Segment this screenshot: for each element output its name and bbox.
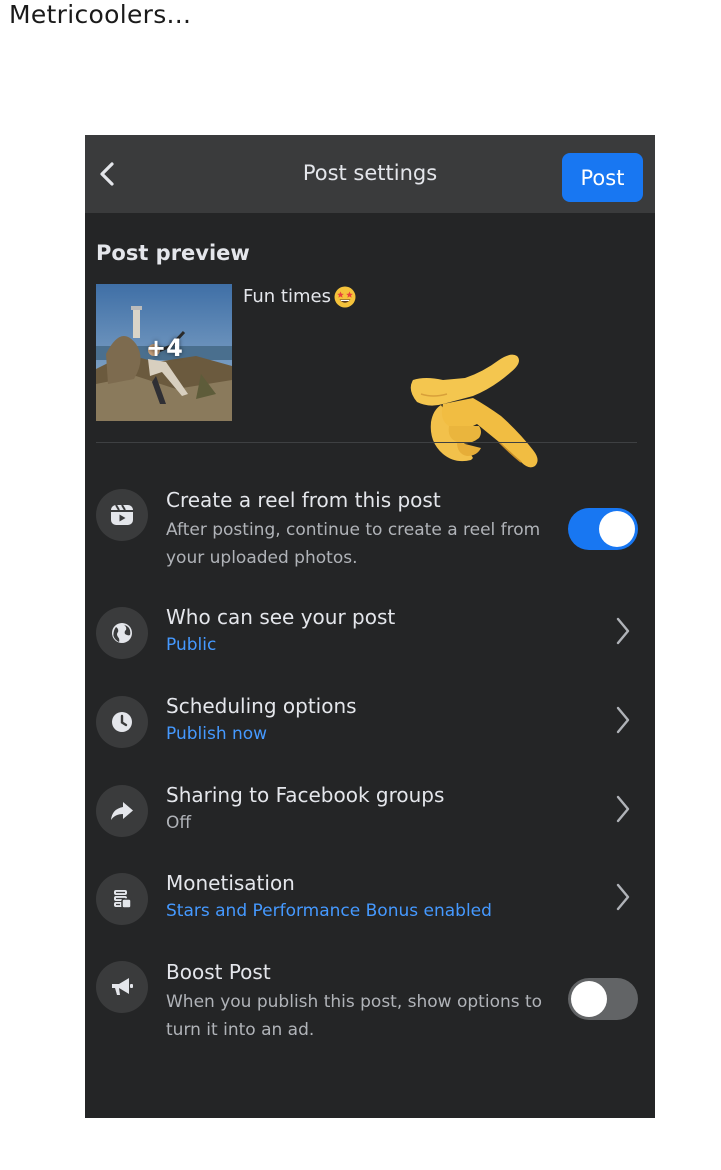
setting-title: Create a reel from this post (166, 488, 441, 512)
boost-post-toggle[interactable] (568, 978, 638, 1020)
setting-title: Scheduling options (166, 694, 357, 718)
setting-description: When you publish this post, show options… (166, 992, 543, 1040)
divider (96, 442, 637, 443)
preview-photo[interactable]: +4 (96, 284, 232, 421)
phone-screen: Post settings Post Post preview +4 Fun t… (85, 135, 655, 1118)
setting-boost-post: Boost Post When you publish this post, s… (85, 957, 655, 1047)
setting-scheduling[interactable]: Scheduling options Publish now (85, 692, 655, 758)
setting-title: Monetisation (166, 871, 295, 895)
setting-description: After posting, continue to create a reel… (166, 520, 541, 568)
setting-value: Publish now (166, 724, 268, 744)
setting-title: Who can see your post (166, 605, 396, 629)
toggle-knob (599, 511, 635, 547)
globe-icon (96, 607, 148, 659)
clock-icon (96, 696, 148, 748)
coins-icon (96, 873, 148, 925)
toggle-knob (571, 981, 607, 1017)
post-preview-heading: Post preview (96, 241, 250, 265)
setting-title: Sharing to Facebook groups (166, 783, 445, 807)
caption-text: Metricoolers... (9, 0, 192, 29)
setting-value: Public (166, 635, 217, 655)
photo-count-badge: +4 (146, 334, 183, 362)
chevron-right-icon[interactable] (615, 616, 631, 646)
setting-value: Off (166, 813, 192, 833)
pointing-hand-icon (410, 354, 538, 468)
setting-value: Stars and Performance Bonus enabled (166, 901, 492, 921)
post-button[interactable]: Post (562, 153, 643, 202)
setting-title: Boost Post (166, 960, 271, 984)
header-bar: Post settings Post (85, 135, 655, 213)
share-icon (96, 785, 148, 837)
chevron-right-icon[interactable] (615, 794, 631, 824)
create-reel-toggle[interactable] (568, 508, 638, 550)
star-struck-emoji-icon (334, 286, 356, 308)
megaphone-icon (96, 961, 148, 1013)
reel-icon (96, 489, 148, 541)
setting-create-reel: Create a reel from this post After posti… (85, 485, 655, 575)
setting-monetisation[interactable]: Monetisation Stars and Performance Bonus… (85, 869, 655, 935)
post-caption-label: Fun times (243, 286, 331, 307)
setting-sharing-groups[interactable]: Sharing to Facebook groups Off (85, 781, 655, 847)
post-caption: Fun times (243, 285, 357, 309)
setting-audience[interactable]: Who can see your post Public (85, 603, 655, 669)
chevron-right-icon[interactable] (615, 705, 631, 735)
chevron-right-icon[interactable] (615, 882, 631, 912)
